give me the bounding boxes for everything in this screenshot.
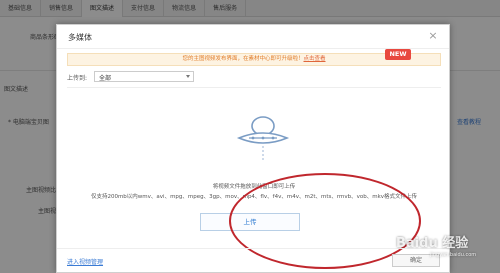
supported-formats-text: 仅支持200mb以内wmv、avi、mpg、mpeg、3gp、mov、mp4、f… <box>90 194 418 200</box>
chevron-down-icon <box>186 75 190 78</box>
watermark: Baidu 经验 jingyan.baidu.com <box>370 228 496 266</box>
dialog-header: 多媒体 × <box>57 25 449 49</box>
select-value: 全部 <box>99 75 112 82</box>
upload-target-select[interactable]: 全部 <box>94 71 194 82</box>
upload-drop-zone[interactable]: 将视频文件拖放到此窗口即可上传 仅支持200mb以内wmv、avi、mpg、mp… <box>67 87 441 251</box>
cloud-upload-icon <box>236 116 290 162</box>
watermark-subtext: jingyan.baidu.com <box>430 252 477 258</box>
dialog-title: 多媒体 <box>68 33 92 42</box>
upload-to-label: 上传到: <box>67 75 88 82</box>
drag-drop-hint: 将视频文件拖放到此窗口即可上传 <box>212 184 296 190</box>
notice-link[interactable]: 点击查看 <box>304 56 326 62</box>
upgrade-notice: 您的主图视频发布界面，在素材中心即可升级啦！点击查看 NEW <box>67 49 441 66</box>
upload-button[interactable]: 上传 <box>200 213 300 231</box>
new-badge: NEW <box>385 49 411 60</box>
video-management-link[interactable]: 进入视频管理 <box>67 257 103 266</box>
watermark-text: Baidu 经验 <box>396 236 469 251</box>
close-icon[interactable]: × <box>426 29 440 43</box>
notice-text: 您的主图视频发布界面，在素材中心即可升级啦！ <box>182 56 304 62</box>
